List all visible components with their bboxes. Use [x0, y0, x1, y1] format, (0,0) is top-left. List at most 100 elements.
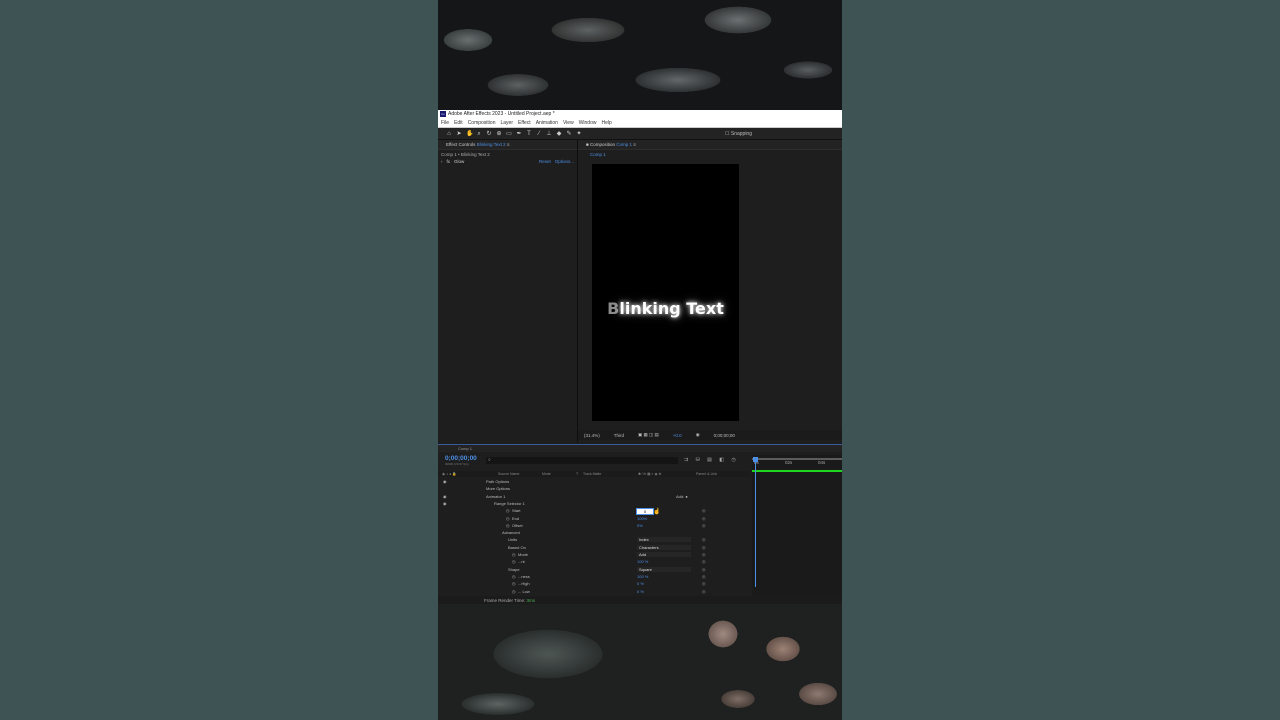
link-icon[interactable]: ◎ [702, 551, 706, 558]
layer-prop-row[interactable]: ◷ ...nt 100 % ◎ [438, 558, 750, 565]
blinking-text-layer[interactable]: Blinking Text [592, 299, 739, 318]
layer-prop-row[interactable]: ◉ Path Options [438, 478, 750, 485]
link-icon[interactable]: ◎ [702, 544, 706, 551]
layer-prop-row[interactable]: ◷ ...High 0 % ◎ [438, 580, 750, 587]
layer-prop-row[interactable]: ◷ Start 0 ☝ ◎ [438, 507, 750, 516]
timeline-ruler[interactable]: 0s 02s 04s [752, 455, 842, 605]
layer-prop-row[interactable]: ◷ End 100% ◎ [438, 515, 750, 522]
exposure-value[interactable]: +0.0 [673, 433, 682, 438]
timeline-tab[interactable]: Comp 1 [438, 445, 842, 452]
hand-tool-icon[interactable]: ✋ [466, 131, 473, 137]
link-icon[interactable]: ◎ [702, 558, 706, 565]
shape-select[interactable]: Square [637, 566, 691, 572]
link-icon[interactable]: ◎ [702, 522, 706, 529]
effect-row-glow[interactable]: › fx Glow Reset Options... [438, 159, 577, 164]
prop-value[interactable]: 100% [637, 515, 647, 522]
composition-canvas[interactable]: Blinking Text [592, 164, 739, 421]
menu-layer[interactable]: Layer [500, 119, 513, 127]
layer-prop-row[interactable]: ◉ Animator 1 Add: ● [438, 493, 750, 500]
current-time-display[interactable]: 0;00;00;00 00000 (29.97 fps) [445, 455, 477, 466]
comp-breadcrumb[interactable]: Comp 1 [578, 150, 842, 159]
layer-prop-row[interactable]: ◷ Mode Add ◎ [438, 551, 750, 558]
menu-window[interactable]: Window [579, 119, 597, 127]
layer-prop-row[interactable]: Shape Square ◎ [438, 566, 750, 573]
puppet-pin-icon[interactable]: ✦ [576, 131, 582, 137]
rectangle-tool-icon[interactable]: ▭ [506, 131, 512, 137]
stopwatch-icon[interactable]: ◷ [506, 515, 510, 522]
view-options-icon[interactable]: ▣ ▦ ◫ ▤ [638, 432, 659, 438]
rotate-tool-icon[interactable]: ↻ [486, 131, 492, 137]
eye-icon[interactable]: ◉ [443, 478, 447, 485]
stopwatch-icon[interactable]: ◷ [512, 580, 516, 587]
menu-edit[interactable]: Edit [454, 119, 463, 127]
reset-link[interactable]: Reset [539, 159, 551, 164]
layer-prop-row[interactable]: ◷ ...ness 100 % ◎ [438, 573, 750, 580]
link-icon[interactable]: ◎ [702, 566, 706, 573]
col-parent-link[interactable]: Parent & Link [696, 472, 717, 476]
fx-icon[interactable]: fx [447, 159, 451, 164]
based-on-select[interactable]: Characters [637, 544, 691, 550]
snapping-checkbox[interactable]: ☐ Snapping [725, 131, 752, 137]
link-icon[interactable]: ◎ [702, 515, 706, 522]
stopwatch-icon[interactable]: ◷ [512, 573, 516, 580]
col-source-name[interactable]: Source Name [498, 472, 519, 476]
playhead[interactable] [753, 457, 758, 587]
eye-icon[interactable]: ◉ [443, 500, 447, 507]
roto-brush-icon[interactable]: ✎ [566, 131, 572, 137]
link-icon[interactable]: ◎ [702, 536, 706, 543]
camera-tool-icon[interactable]: ⊕ [496, 131, 502, 137]
effect-controls-tab[interactable]: Effect Controls Blinking Text 2 ≡ [438, 140, 577, 150]
eraser-tool-icon[interactable]: ◆ [556, 131, 562, 137]
prop-value[interactable]: 0% [637, 522, 643, 529]
viewer-timecode[interactable]: 0;00;00;00 [714, 433, 735, 438]
layer-prop-row[interactable]: ◷ Offset 0% ◎ [438, 522, 750, 529]
comp-panel-menu-icon[interactable]: ≡ [633, 142, 636, 147]
menu-file[interactable]: File [441, 119, 449, 127]
col-t[interactable]: T [576, 472, 578, 476]
units-select[interactable]: Index [637, 537, 691, 543]
camera-icon[interactable]: ◉ [696, 432, 700, 438]
link-icon[interactable]: ◎ [702, 588, 706, 595]
link-icon[interactable]: ◎ [702, 580, 706, 587]
home-icon[interactable]: ⌂ [446, 131, 452, 137]
layer-prop-row[interactable]: Units Index ◎ [438, 536, 750, 543]
brush-tool-icon[interactable]: ⁄ [536, 131, 542, 137]
prop-value[interactable]: 0 % [637, 588, 644, 595]
animator-add-button[interactable]: Add: ● [676, 493, 688, 500]
layer-prop-row[interactable]: Based On Characters ◎ [438, 544, 750, 551]
options-link[interactable]: Options... [555, 159, 574, 164]
timeline-switch-icons[interactable]: ⇉ ⛁ ▤ ◧ ◷ [684, 457, 739, 463]
resolution-dropdown[interactable]: Third [614, 433, 624, 438]
link-icon[interactable]: ◎ [702, 507, 706, 514]
stopwatch-icon[interactable]: ◷ [506, 522, 510, 529]
zoom-dropdown[interactable]: (31.4%) [584, 433, 600, 438]
layer-prop-row[interactable]: Advanced [438, 529, 750, 536]
eye-icon[interactable]: ◉ [443, 493, 447, 500]
stopwatch-icon[interactable]: ◷ [512, 558, 516, 565]
clone-stamp-icon[interactable]: ⊥ [546, 131, 552, 137]
menu-composition[interactable]: Composition [468, 119, 496, 127]
stopwatch-icon[interactable]: ◷ [512, 551, 516, 558]
pen-tool-icon[interactable]: ✒ [516, 131, 522, 137]
stopwatch-icon[interactable]: ◷ [506, 507, 510, 514]
mode-select[interactable]: Add [637, 552, 691, 557]
zoom-tool-icon[interactable]: ⌕ [476, 131, 482, 137]
prop-value[interactable]: 100 % [637, 573, 648, 580]
layer-prop-row[interactable]: ◉ Range Selector 1 [438, 500, 750, 507]
prop-value[interactable]: 100 % [637, 558, 648, 565]
panel-menu-icon[interactable]: ≡ [507, 142, 510, 147]
prop-value[interactable]: 0 % [637, 580, 644, 587]
type-tool-icon[interactable]: T [526, 131, 532, 137]
col-track-matte[interactable]: Track Matte [583, 472, 601, 476]
stopwatch-icon[interactable]: ◷ [512, 588, 516, 595]
selection-tool-icon[interactable]: ➤ [456, 131, 462, 137]
composition-tab[interactable]: ■ Composition Comp 1 ≡ [578, 140, 842, 150]
menu-effect[interactable]: Effect [518, 119, 531, 127]
layer-search-input[interactable]: ⌕ [486, 457, 678, 464]
menu-animation[interactable]: Animation [536, 119, 558, 127]
menu-view[interactable]: View [563, 119, 574, 127]
layer-prop-row[interactable]: ◷... Low 0 % ◎ [438, 588, 750, 595]
menu-help[interactable]: Help [601, 119, 611, 127]
link-icon[interactable]: ◎ [702, 573, 706, 580]
layer-prop-row[interactable]: More Options [438, 485, 750, 492]
